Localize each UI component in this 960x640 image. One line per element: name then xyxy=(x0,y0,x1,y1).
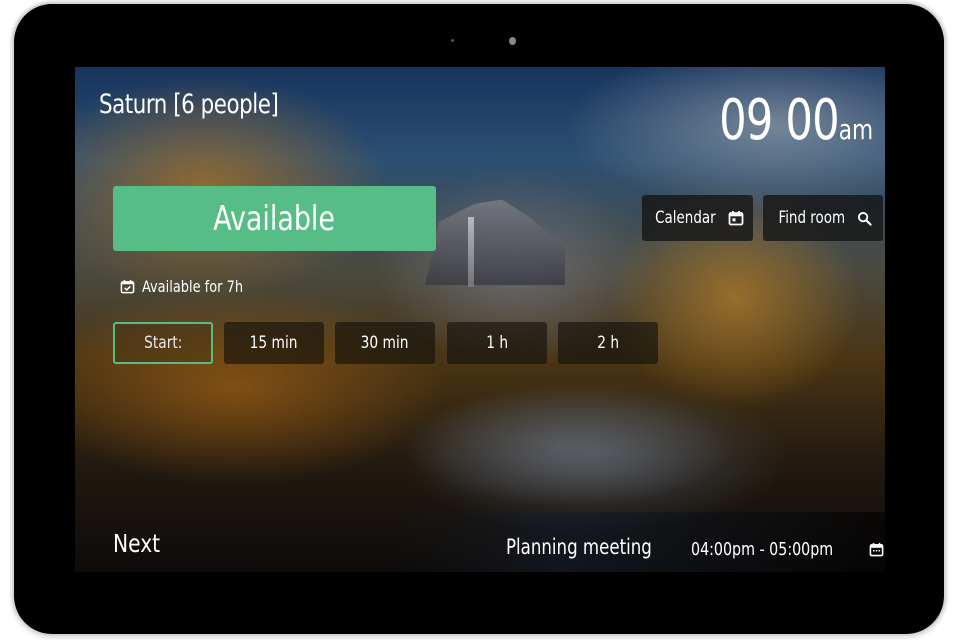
find-room-button-label: Find room xyxy=(778,208,845,228)
clock-ampm: am xyxy=(838,113,873,146)
next-meeting-time: 04:00pm - 05:00pm xyxy=(691,539,884,560)
duration-15min-button[interactable]: 15 min xyxy=(224,322,324,364)
start-button-label: Start: xyxy=(143,333,183,353)
duration-30min-button[interactable]: 30 min xyxy=(335,322,435,364)
background-waterfall xyxy=(468,217,474,287)
start-button[interactable]: Start: xyxy=(113,322,213,364)
clock-time: 09 00 xyxy=(718,88,840,153)
duration-label: 30 min xyxy=(361,333,409,353)
next-heading: Next xyxy=(113,529,161,558)
duration-label: 2 h xyxy=(597,333,619,353)
tablet-frame: Saturn [6 people] 09 00am Available Cale… xyxy=(14,4,944,634)
availability-duration: Available for 7h xyxy=(120,277,254,296)
calendar-icon xyxy=(728,210,744,226)
microphone-dot xyxy=(451,39,454,42)
clock: 09 00am xyxy=(719,91,873,160)
background-mountain xyxy=(425,199,565,285)
find-room-button[interactable]: Find room xyxy=(763,195,883,241)
next-meeting-title: Planning meeting xyxy=(506,535,652,559)
background-lake-reflection xyxy=(405,387,735,507)
next-meeting-time-label: 04:00pm - 05:00pm xyxy=(691,539,834,560)
calendar-button[interactable]: Calendar xyxy=(642,195,753,241)
camera-dot xyxy=(509,37,516,45)
duration-label: 1 h xyxy=(486,333,508,353)
availability-duration-label: Available for 7h xyxy=(142,277,244,296)
duration-label: 15 min xyxy=(250,333,298,353)
duration-2h-button[interactable]: 2 h xyxy=(558,322,658,364)
calendar-icon xyxy=(869,542,884,557)
calendar-check-icon xyxy=(120,279,135,294)
room-display-screen: Saturn [6 people] 09 00am Available Cale… xyxy=(75,67,885,572)
calendar-button-label: Calendar xyxy=(655,208,716,228)
search-icon xyxy=(857,211,872,226)
duration-1h-button[interactable]: 1 h xyxy=(447,322,547,364)
room-name: Saturn [6 people] xyxy=(99,89,279,120)
availability-status-button[interactable]: Available xyxy=(113,186,436,251)
availability-status-label: Available xyxy=(213,198,336,239)
